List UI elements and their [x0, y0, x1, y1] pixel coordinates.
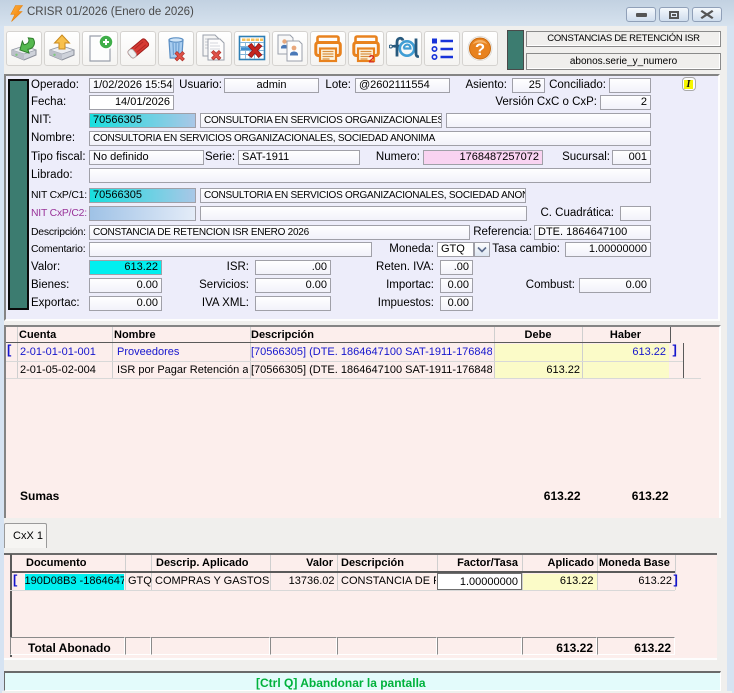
svg-text:2: 2	[369, 54, 375, 65]
svg-text:?: ?	[475, 41, 485, 59]
